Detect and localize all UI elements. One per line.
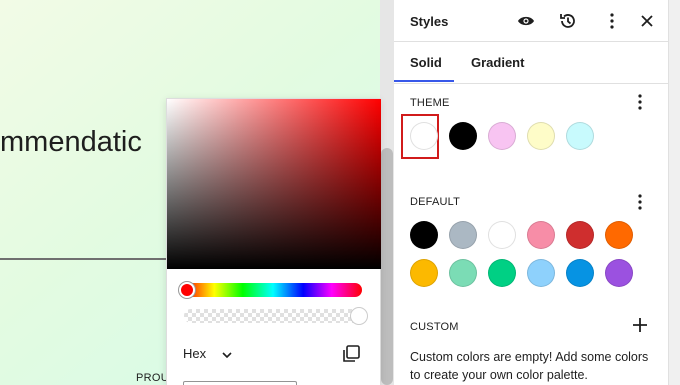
default-swatch[interactable] (566, 221, 594, 249)
sidebar-header: Styles (394, 0, 668, 42)
default-palette-label: DEFAULT (410, 196, 461, 208)
sidebar-title: Styles (410, 14, 449, 29)
color-type-tabs: Solid Gradient (394, 42, 668, 84)
default-palette-options-icon[interactable] (638, 194, 642, 214)
default-swatch[interactable] (566, 259, 594, 287)
revisions-icon[interactable] (557, 10, 579, 32)
saturation-area[interactable] (167, 99, 381, 269)
canvas-heading[interactable]: mmendatic (0, 126, 142, 159)
color-format-select[interactable]: Hex (183, 346, 232, 361)
default-swatch[interactable] (605, 259, 633, 287)
close-icon[interactable] (636, 10, 658, 32)
default-swatch[interactable] (605, 221, 633, 249)
hue-slider[interactable] (184, 283, 362, 297)
canvas-footer-text[interactable]: PROU (136, 372, 169, 384)
custom-colors-empty-message: Custom colors are empty! Add some colors… (410, 350, 649, 382)
default-swatch[interactable] (488, 259, 516, 287)
theme-swatch[interactable] (566, 122, 594, 150)
tab-solid[interactable]: Solid (410, 55, 442, 70)
theme-swatch[interactable] (410, 122, 438, 150)
default-swatch[interactable] (410, 259, 438, 287)
default-swatch[interactable] (449, 259, 477, 287)
color-picker-popover: Hex (166, 98, 381, 385)
chevron-down-icon (222, 347, 232, 361)
hue-handle[interactable] (179, 282, 195, 298)
theme-palette-options-icon[interactable] (638, 94, 642, 114)
color-format-label: Hex (183, 346, 207, 361)
canvas-scroll-thumb[interactable] (381, 148, 393, 385)
copy-icon[interactable] (342, 345, 360, 363)
hex-input[interactable] (183, 381, 297, 385)
default-swatch[interactable] (527, 259, 555, 287)
active-tab-indicator (394, 80, 454, 82)
default-swatch[interactable] (410, 221, 438, 249)
theme-palette-label: THEME (410, 97, 450, 109)
theme-swatch[interactable] (449, 122, 477, 150)
styles-sidebar: Styles Solid Gradient THEME DEFAULT CUST… (394, 0, 668, 385)
sidebar-scrollbar[interactable] (668, 0, 680, 385)
more-options-icon[interactable] (601, 10, 623, 32)
default-swatch[interactable] (527, 221, 555, 249)
custom-palette-label: CUSTOM (410, 321, 459, 333)
alpha-slider[interactable] (184, 309, 362, 323)
default-swatch[interactable] (488, 221, 516, 249)
eye-icon[interactable] (515, 10, 537, 32)
add-color-plus-icon[interactable] (633, 316, 647, 336)
theme-swatch[interactable] (488, 122, 516, 150)
alpha-handle[interactable] (350, 307, 368, 325)
default-swatch[interactable] (449, 221, 477, 249)
tab-gradient[interactable]: Gradient (471, 55, 524, 70)
theme-swatch[interactable] (527, 122, 555, 150)
